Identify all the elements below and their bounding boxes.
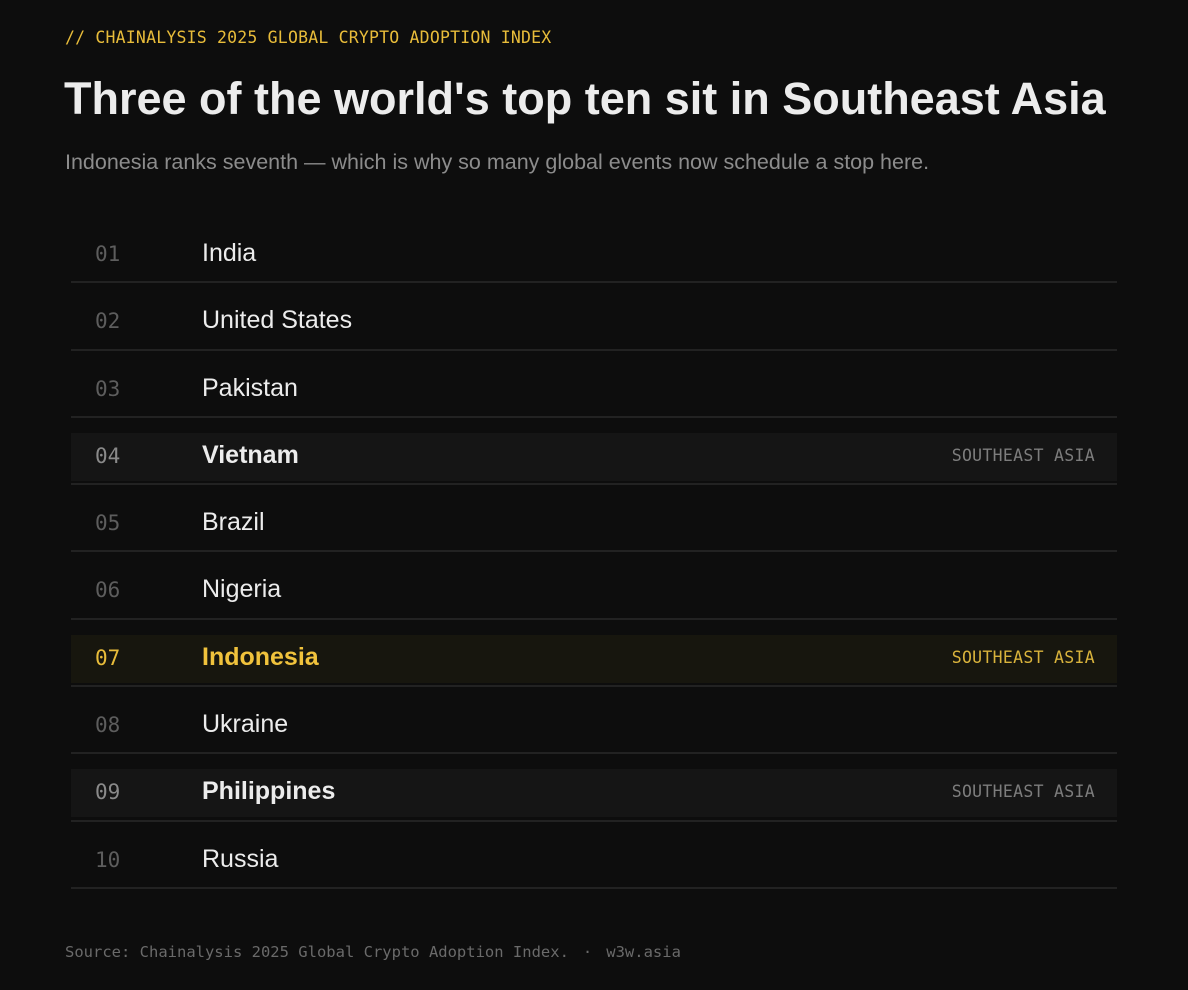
row-divider bbox=[71, 886, 1117, 889]
region-tag: SOUTHEAST ASIA bbox=[951, 782, 1095, 802]
rank-number: 10 bbox=[95, 847, 121, 872]
rank-number: 08 bbox=[95, 713, 121, 738]
rank-number: 05 bbox=[95, 511, 121, 536]
ranking-table: 01 India 02 United States 03 Pakistan 04 Vietna… bbox=[71, 216, 1117, 889]
table-row: 07 Indonesia SOUTHEAST ASIA bbox=[71, 620, 1117, 688]
table-row: 01 India bbox=[71, 216, 1117, 284]
rank-number: 01 bbox=[95, 242, 121, 266]
country-name: Nigeria bbox=[202, 575, 282, 604]
country-name: United States bbox=[202, 306, 353, 335]
table-row: 06 Nigeria bbox=[71, 552, 1117, 620]
country-name: Indonesia bbox=[202, 642, 319, 671]
region-tag: SOUTHEAST ASIA bbox=[951, 647, 1095, 667]
page-title: Three of the world's top ten sit in Sout… bbox=[64, 73, 1106, 124]
country-name: Ukraine bbox=[202, 710, 289, 739]
eyebrow-label: // CHAINALYSIS 2025 GLOBAL CRYPTO ADOPTI… bbox=[65, 28, 552, 47]
country-name: Brazil bbox=[202, 508, 265, 537]
country-name: Vietnam bbox=[202, 440, 299, 469]
country-name: Russia bbox=[202, 844, 279, 873]
rank-number: 04 bbox=[95, 443, 121, 468]
country-name: Philippines bbox=[202, 777, 336, 806]
rank-number: 09 bbox=[95, 780, 121, 805]
table-row: 10 Russia bbox=[71, 822, 1117, 889]
table-row: 03 Pakistan bbox=[71, 351, 1117, 418]
table-row: 04 Vietnam SOUTHEAST ASIA bbox=[71, 418, 1117, 486]
table-row: 02 United States bbox=[71, 283, 1117, 351]
rank-number: 07 bbox=[95, 645, 121, 670]
rank-number: 02 bbox=[95, 309, 121, 334]
country-name: Pakistan bbox=[202, 373, 298, 402]
footer: Source: Chainalysis 2025 Global Crypto A… bbox=[65, 942, 681, 962]
rank-number: 03 bbox=[95, 376, 121, 401]
table-row: 08 Ukraine bbox=[71, 687, 1117, 755]
country-name: India bbox=[202, 239, 257, 267]
source-note: Source: Chainalysis 2025 Global Crypto A… bbox=[65, 943, 569, 961]
rank-number: 06 bbox=[95, 578, 121, 603]
region-tag: SOUTHEAST ASIA bbox=[951, 445, 1095, 465]
site-name: w3w.asia bbox=[606, 943, 681, 961]
page-subtitle: Indonesia ranks seventh — which is why s… bbox=[65, 150, 930, 174]
table-row: 05 Brazil bbox=[71, 485, 1117, 553]
footer-separator: · bbox=[582, 943, 593, 961]
table-row: 09 Philippines SOUTHEAST ASIA bbox=[71, 754, 1117, 822]
